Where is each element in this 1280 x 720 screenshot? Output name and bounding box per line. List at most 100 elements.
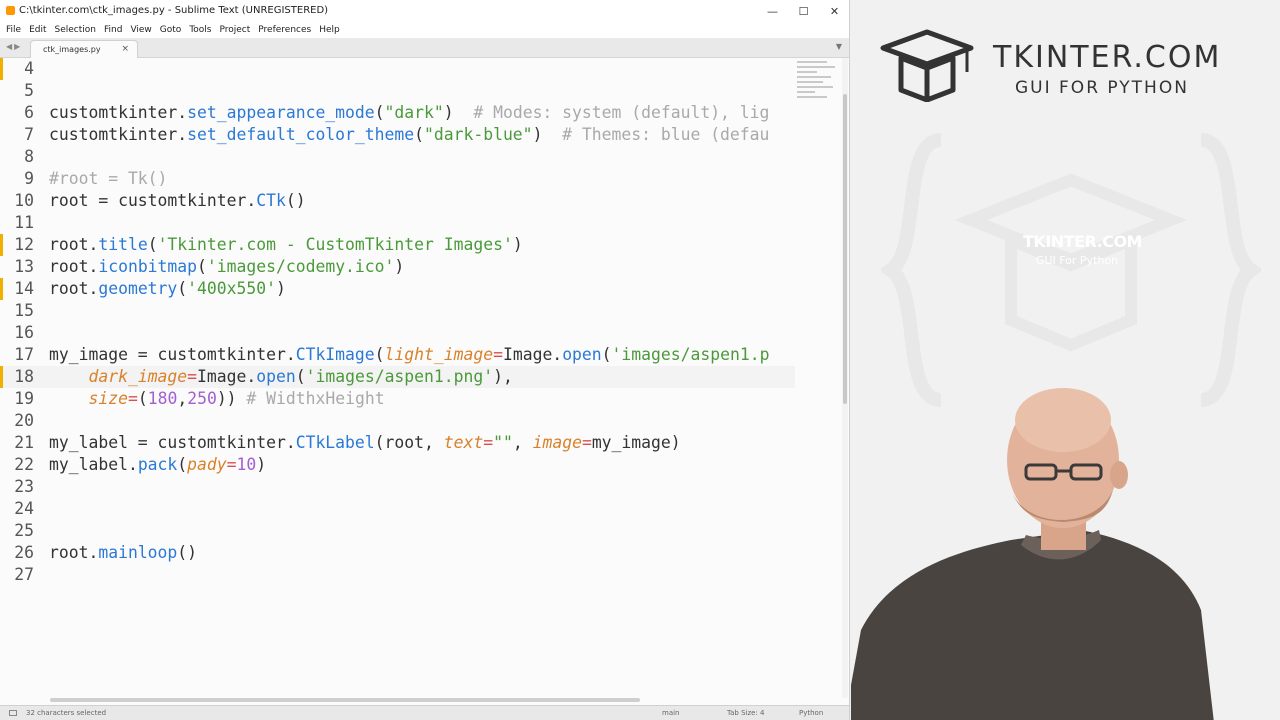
code-token: Image. <box>197 367 257 386</box>
code-line: 5 <box>0 80 795 102</box>
code-token: ) <box>394 257 405 276</box>
tab-nav-arrows-icon[interactable]: ◀▶ <box>6 42 22 51</box>
code-token: dark_image <box>88 367 188 386</box>
menu-help[interactable]: Help <box>319 25 340 35</box>
line-number: 13 <box>14 257 34 276</box>
line-number: 11 <box>14 213 34 232</box>
code-token: title <box>98 235 148 254</box>
code-line: 8 <box>0 146 795 168</box>
horizontal-scrollbar[interactable] <box>50 698 640 702</box>
code-text: customtkinter.set_appearance_mode("dark"… <box>49 102 769 124</box>
tab-size-status[interactable]: Tab Size: 4 <box>727 709 764 717</box>
code-token: pack <box>137 455 178 474</box>
code-token: = <box>483 433 494 452</box>
scrollbar-thumb[interactable] <box>843 94 847 404</box>
shirt-tagline-text: GUI For Python <box>1035 254 1119 267</box>
brand-subtitle: GUI FOR PYTHON <box>1015 78 1189 98</box>
code-line: 21 my_label = customtkinter.CTkLabel(root… <box>0 432 795 454</box>
line-number: 6 <box>24 103 34 122</box>
code-text: root = customtkinter.CTk() <box>49 190 306 212</box>
code-token: customtkinter. <box>49 103 188 122</box>
code-line: 23 <box>0 476 795 498</box>
code-line: 12 root.title('Tkinter.com - CustomTkinte… <box>0 234 795 256</box>
code-comment: # Modes: system (default), lig <box>473 103 770 122</box>
code-token: ( <box>137 389 148 408</box>
code-token: mainloop <box>98 543 178 562</box>
code-line: 7 customtkinter.set_default_color_theme("… <box>0 124 795 146</box>
code-line: 26 root.mainloop() <box>0 542 795 564</box>
brand-title: TKINTER.COM <box>993 40 1222 75</box>
code-line: 20 <box>0 410 795 432</box>
maximize-button[interactable]: ☐ <box>788 0 819 22</box>
code-line: 19 size=(180,250)) # WidthxHeight <box>0 388 795 410</box>
menu-find[interactable]: Find <box>104 25 122 35</box>
code-token: () <box>285 191 306 210</box>
code-token: = <box>226 455 237 474</box>
close-button[interactable]: ✕ <box>819 0 849 22</box>
code-line: 9 #root = Tk() <box>0 168 795 190</box>
menu-edit[interactable]: Edit <box>29 25 46 35</box>
tab-ctk-images[interactable]: ctk_images.py × <box>30 40 138 58</box>
code-token: 'images/codemy.ico' <box>206 257 395 276</box>
status-bar: 32 characters selected main Tab Size: 4 … <box>0 705 849 720</box>
line-number: 27 <box>14 565 34 584</box>
code-token: (root, <box>374 433 444 452</box>
code-token: 'images/aspen1.png' <box>305 367 494 386</box>
code-token: = <box>581 433 592 452</box>
code-number: 10 <box>236 455 257 474</box>
menu-preferences[interactable]: Preferences <box>258 25 311 35</box>
code-line: 16 <box>0 322 795 344</box>
line-number: 20 <box>14 411 34 430</box>
line-number: 10 <box>14 191 34 210</box>
code-token: ) <box>532 125 563 144</box>
menu-view[interactable]: View <box>130 25 151 35</box>
line-number: 25 <box>14 521 34 540</box>
minimap[interactable] <box>795 58 840 118</box>
minimize-button[interactable]: — <box>757 0 788 22</box>
code-token: my_image) <box>591 433 681 452</box>
code-token: root = customtkinter. <box>49 191 257 210</box>
code-text: root.geometry('400x550') <box>49 278 286 300</box>
menu-project[interactable]: Project <box>219 25 250 35</box>
line-number: 7 <box>24 125 34 144</box>
menu-tools[interactable]: Tools <box>189 25 211 35</box>
code-token: ( <box>374 345 385 364</box>
panel-toggle-icon[interactable] <box>9 710 17 716</box>
menu-goto[interactable]: Goto <box>160 25 182 35</box>
code-number: 180 <box>147 389 178 408</box>
code-token: ( <box>177 455 188 474</box>
code-text: root.mainloop() <box>49 542 197 564</box>
menu-file[interactable]: File <box>6 25 21 35</box>
code-line: 24 <box>0 498 795 520</box>
code-token: , <box>177 389 188 408</box>
code-token: ) <box>256 455 267 474</box>
code-token: light_image <box>384 345 494 364</box>
git-branch-status[interactable]: main <box>662 709 680 717</box>
code-token: CTk <box>256 191 286 210</box>
code-area[interactable]: 4 5 6 customtkinter.set_appearance_mode("… <box>0 58 795 698</box>
tab-close-icon[interactable]: × <box>121 44 129 54</box>
vertical-scrollbar[interactable] <box>842 58 848 698</box>
syntax-status[interactable]: Python <box>799 709 823 717</box>
code-token: image <box>532 433 582 452</box>
line-number: 5 <box>24 81 34 100</box>
line-number: 14 <box>14 279 34 298</box>
window-controls: — ☐ ✕ <box>757 0 849 22</box>
menu-selection[interactable]: Selection <box>55 25 96 35</box>
code-line: 11 <box>0 212 795 234</box>
code-number: 250 <box>187 389 217 408</box>
watermark-logo-icon <box>881 133 1261 407</box>
code-text: size=(180,250)) # WidthxHeight <box>49 388 384 410</box>
sublime-text-window: C:\tkinter.com\ctk_images.py - Sublime T… <box>0 0 850 720</box>
line-number: 18 <box>14 367 34 386</box>
line-number: 21 <box>14 433 34 452</box>
code-line-current: 18 dark_image=Image.open('images/aspen1.… <box>0 366 795 388</box>
menu-bar: File Edit Selection Find View Goto Tools… <box>0 22 849 38</box>
line-number: 16 <box>14 323 34 342</box>
tab-list-dropdown-icon[interactable]: ▼ <box>836 42 842 51</box>
code-token: geometry <box>98 279 178 298</box>
code-token: "" <box>493 433 513 452</box>
window-title: C:\tkinter.com\ctk_images.py - Sublime T… <box>19 5 329 16</box>
presenter-figure <box>851 388 1214 720</box>
